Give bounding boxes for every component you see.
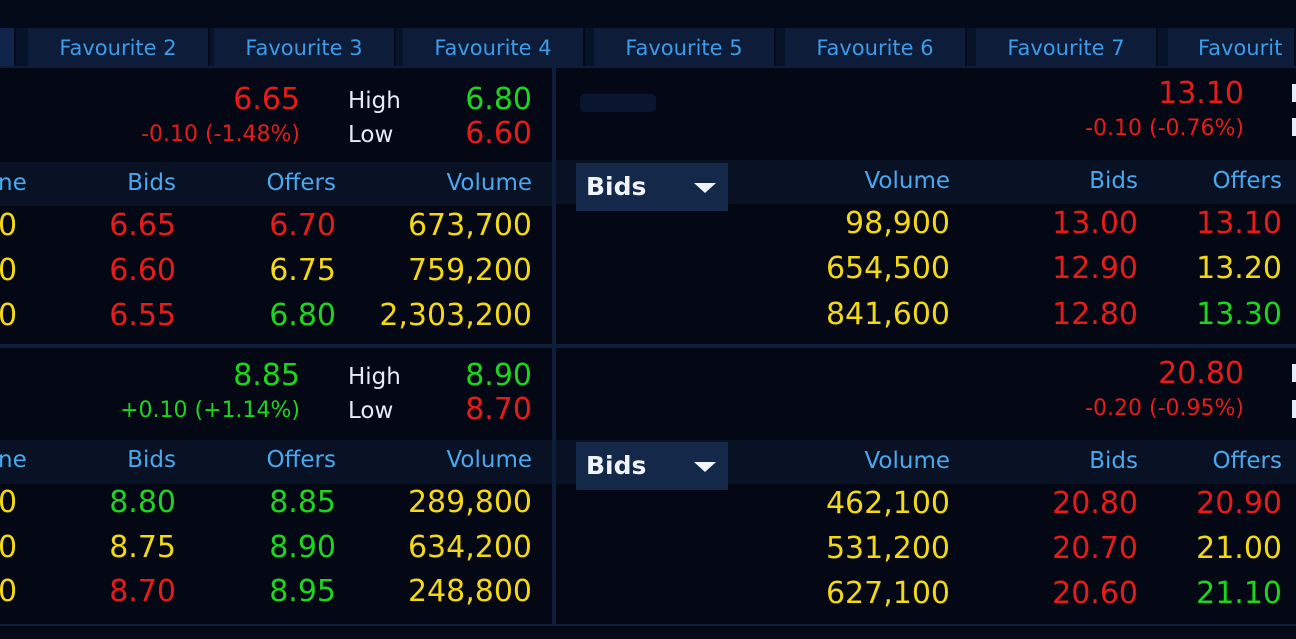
tab-favourite-2[interactable]: Favourite 2 (28, 28, 210, 66)
price-change: -0.20 (-0.95%) (1085, 396, 1244, 421)
caret-down-icon (694, 183, 716, 193)
column-header-offers: Offers (266, 447, 336, 473)
cell-volume: 98,900 (845, 206, 950, 241)
column-header-offers: Offers (266, 170, 336, 196)
cell-offer: 20.90 (1196, 486, 1282, 521)
cell-bid: 13.00 (1052, 206, 1138, 241)
cell-volume: 759,200 (407, 253, 532, 288)
cell-volume: 531,200 (825, 531, 950, 566)
tab-favourite-8[interactable]: Favourit (1168, 28, 1296, 66)
tab-favourite-6[interactable]: Favourite 6 (785, 28, 967, 66)
tab-favourite-4[interactable]: Favourite 4 (403, 28, 585, 66)
cell-bid: 8.80 (109, 485, 176, 520)
cell-bid: 20.70 (1052, 531, 1138, 566)
high-value: 8.90 (465, 358, 532, 393)
cell-offer: 8.85 (269, 485, 336, 520)
caret-down-icon (694, 462, 716, 472)
high-label: High (348, 364, 401, 390)
quote-panel-bottom-right: 20.80 -0.20 (-0.95%) Bids Volume Bids Of… (554, 346, 1296, 626)
low-value: 6.60 (465, 116, 532, 151)
cell-offer: 21.10 (1196, 576, 1282, 611)
cell-volume: 2,303,200 (379, 298, 532, 333)
cell-volume: 673,700 (407, 208, 532, 243)
cell-offer: 6.80 (269, 298, 336, 333)
column-header-volume: Volume (446, 447, 532, 473)
tab-favourite-7[interactable]: Favourite 7 (976, 28, 1158, 66)
quote-panel-bottom-left: 8.85 +0.10 (+1.14%) High 8.90 Low 8.70 n… (0, 346, 554, 626)
edge-marker (1292, 400, 1296, 418)
cell-volume: 248,800 (407, 574, 532, 609)
cell-volume: 627,100 (825, 576, 950, 611)
column-header-volume: Volume (864, 168, 950, 194)
column-header-offers: Offers (1212, 448, 1282, 474)
quote-panel-top-right: 13.10 -0.10 (-0.76%) Bids Volume Bids Of… (554, 66, 1296, 346)
cell-bid: 6.55 (109, 298, 176, 333)
cell-truncated: 0 (0, 298, 17, 333)
cell-offer: 13.30 (1196, 297, 1282, 332)
last-price: 8.85 (233, 358, 300, 393)
sort-dropdown[interactable]: Bids (576, 163, 728, 211)
quote-panel-top-left: 6.65 -0.10 (-1.48%) High 6.80 Low 6.60 n… (0, 66, 554, 346)
cell-volume: 462,100 (825, 486, 950, 521)
edge-marker (1292, 364, 1296, 382)
last-price: 6.65 (233, 82, 300, 117)
column-header-volume: Volume (446, 170, 532, 196)
cell-bid: 8.75 (109, 530, 176, 565)
cell-offer: 8.95 (269, 574, 336, 609)
edge-marker (1292, 84, 1296, 102)
cell-truncated: 0 (0, 253, 17, 288)
tab-hidden-left[interactable] (0, 28, 16, 66)
low-label: Low (348, 122, 394, 148)
column-header-volume: Volume (864, 448, 950, 474)
cell-offer: 21.00 (1196, 531, 1282, 566)
cell-offer: 6.75 (269, 253, 336, 288)
sort-dropdown[interactable]: Bids (576, 442, 728, 490)
cell-bid: 20.60 (1052, 576, 1138, 611)
cell-bid: 8.70 (109, 574, 176, 609)
cell-volume: 654,500 (825, 251, 950, 286)
price-change: -0.10 (-1.48%) (141, 122, 300, 147)
last-price: 13.10 (1158, 76, 1244, 111)
dropdown-label: Bids (586, 451, 647, 480)
cell-truncated: 0 (0, 574, 17, 609)
tab-favourite-5[interactable]: Favourite 5 (594, 28, 776, 66)
high-label: High (348, 88, 401, 114)
cell-volume: 634,200 (407, 530, 532, 565)
low-value: 8.70 (465, 392, 532, 427)
column-header-truncated: ne (0, 447, 27, 473)
cell-offer: 6.70 (269, 208, 336, 243)
tab-favourite-3[interactable]: Favourite 3 (214, 28, 396, 66)
cell-bid: 6.65 (109, 208, 176, 243)
cell-bid: 12.80 (1052, 297, 1138, 332)
column-header-bids: Bids (127, 447, 176, 473)
last-price: 20.80 (1158, 356, 1244, 391)
cell-volume: 289,800 (407, 485, 532, 520)
price-change: +0.10 (+1.14%) (120, 398, 300, 423)
dropdown-label: Bids (586, 172, 647, 201)
column-header-offers: Offers (1212, 168, 1282, 194)
cell-volume: 841,600 (825, 297, 950, 332)
high-value: 6.80 (465, 82, 532, 117)
price-change: -0.10 (-0.76%) (1085, 116, 1244, 141)
cell-bid: 12.90 (1052, 251, 1138, 286)
cell-truncated: 0 (0, 530, 17, 565)
cell-bid: 20.80 (1052, 486, 1138, 521)
cell-offer: 13.10 (1196, 206, 1282, 241)
cell-truncated: 0 (0, 485, 17, 520)
cell-offer: 13.20 (1196, 251, 1282, 286)
column-header-bids: Bids (1089, 168, 1138, 194)
edge-marker (1292, 118, 1296, 136)
cell-bid: 6.60 (109, 253, 176, 288)
cell-truncated: 0 (0, 208, 17, 243)
low-label: Low (348, 398, 394, 424)
column-header-bids: Bids (1089, 448, 1138, 474)
tab-bar: Favourite 2 Favourite 3 Favourite 4 Favo… (0, 28, 1296, 66)
blurred-symbol (580, 94, 656, 112)
cell-offer: 8.90 (269, 530, 336, 565)
column-header-bids: Bids (127, 170, 176, 196)
column-header-truncated: ne (0, 170, 27, 196)
